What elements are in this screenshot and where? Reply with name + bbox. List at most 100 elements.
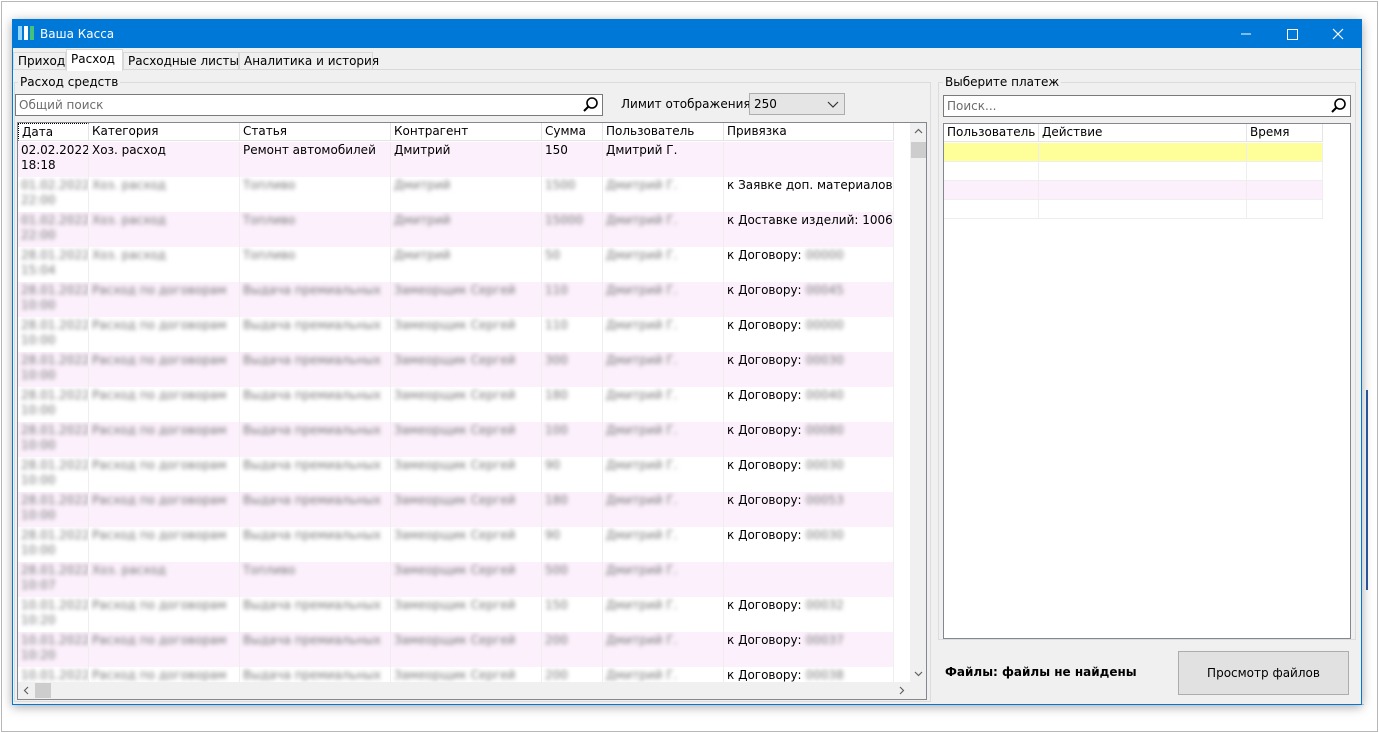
table-cell-counterparty: Дмитрий [391, 142, 542, 177]
cell-item: Выдача премиальных [243, 283, 381, 297]
table-cell-user: Дмитрий Г. [603, 387, 724, 422]
scroll-right-icon[interactable] [893, 682, 910, 699]
table-row[interactable]: 28.01.2022 10:00 Расход по договорам Выдача… [18, 387, 894, 422]
general-search-input[interactable] [19, 97, 577, 113]
column-header[interactable]: Действие [1039, 124, 1247, 142]
table-cell [1247, 181, 1323, 200]
table-cell-counterparty: Замеорщик Сергей [391, 422, 542, 457]
column-header[interactable]: Контрагент [391, 123, 542, 141]
vertical-scroll-thumb[interactable] [911, 142, 926, 158]
cell-amount: 90 [545, 458, 561, 472]
view-files-button[interactable]: Просмотр файлов [1178, 651, 1349, 695]
table-row[interactable]: 28.01.2022 15:04 Хоз. расход Топливо Дмитрий… [18, 247, 894, 282]
table-row[interactable]: 28.01.2022 10:00 Расход по договорам Выдача… [18, 282, 894, 317]
tab-expense-sheets[interactable]: Расходные листы [123, 52, 239, 70]
cell-category: Расход по договорам [92, 598, 227, 612]
table-cell-date: 10.01.202210:20 [18, 597, 89, 632]
minimize-button[interactable] [1223, 20, 1269, 48]
table-row[interactable]: 28.01.2022 10:00 Расход по договорам Выдача… [18, 317, 894, 352]
payment-search-input[interactable] [947, 98, 1325, 114]
horizontal-scrollbar[interactable] [18, 682, 910, 699]
general-search-field[interactable] [15, 94, 603, 116]
cell-counterparty: Дмитрий [394, 248, 451, 262]
table-cell-counterparty: Замеорщик Сергей [391, 317, 542, 352]
search-button[interactable] [582, 96, 600, 114]
column-header[interactable]: Статья [240, 123, 391, 141]
magnifier-icon [1331, 98, 1346, 113]
tab-income[interactable]: Приход [13, 52, 66, 70]
table-row[interactable] [944, 143, 1323, 162]
cell-counterparty: Замеорщик Сергей [394, 458, 516, 472]
payment-search-field[interactable] [943, 95, 1351, 117]
cell-amount: 110 [545, 283, 568, 297]
tab-analytics-history[interactable]: Аналитика и история [239, 52, 379, 70]
vertical-scrollbar[interactable] [910, 123, 926, 682]
cell-date: 28.01.2022 [21, 563, 89, 577]
table-cell-user: Дмитрий Г. [603, 632, 724, 667]
table-cell-counterparty: Замеорщик Сергей [391, 492, 542, 527]
table-row[interactable]: 28.01.2022 10:07 Хоз. расход Топливо Замеорщ… [18, 562, 894, 597]
maximize-button[interactable] [1269, 20, 1315, 48]
cell-user: Дмитрий Г. [606, 178, 678, 192]
table-cell-amount: 50 [542, 247, 603, 282]
table-cell-date: 02.02.2022 18:18 [18, 142, 89, 177]
table-row[interactable]: 28.01.2022 10:00 Расход по договорам Выдача… [18, 457, 894, 492]
tab-strip: Приход Расход Расходные листы Аналитика … [13, 48, 1361, 71]
display-limit-select[interactable]: 250 [749, 93, 845, 115]
table-row[interactable] [944, 181, 1323, 200]
cell-user: Дмитрий Г. [606, 633, 678, 647]
table-cell-counterparty: Замеорщик Сергей [391, 562, 542, 597]
table-row[interactable]: 01.02.2022 22:00 Хоз. расход Топливо Дмитрий… [18, 177, 894, 212]
column-header[interactable]: Время [1247, 124, 1323, 142]
table-row[interactable]: 28.01.2022 10:00 Расход по договорам Выдача… [18, 527, 894, 562]
column-header[interactable]: Пользователь [944, 124, 1039, 142]
table-row[interactable] [944, 162, 1323, 181]
cell-binding-number: 00030 [805, 458, 844, 472]
table-row[interactable]: 10.01.202210:20Расход по договорамВыдача… [18, 597, 894, 632]
column-header[interactable]: Сумма [542, 123, 603, 141]
payment-search-button[interactable] [1330, 97, 1348, 115]
column-header[interactable]: Категория [89, 123, 240, 141]
payment-history-table[interactable]: Пользователь Действие Время [943, 123, 1351, 639]
table-cell [1039, 162, 1247, 181]
table-cell-counterparty: Дмитрий [391, 212, 542, 247]
table-row[interactable]: 28.01.2022 10:00 Расход по договорам Выдача… [18, 352, 894, 387]
scroll-down-icon[interactable] [910, 665, 926, 682]
background-window-edge [1366, 390, 1368, 590]
cell-binding-number: 00000 [805, 318, 844, 332]
cell-binding-text: к Договору: [727, 353, 802, 367]
table-cell-date: 01.02.2022 22:00 [18, 212, 89, 247]
cell-binding-text: к Договору: [727, 528, 802, 542]
table-cell-counterparty: Замеорщик Сергей [391, 352, 542, 387]
table-cell-binding [724, 562, 894, 597]
table-cell-user: Дмитрий Г. [603, 282, 724, 317]
table-row[interactable]: 28.01.2022 10:00 Расход по договорам Выдача… [18, 422, 894, 457]
scroll-left-icon[interactable] [18, 682, 35, 699]
table-cell-binding: к Договору: 00000 [724, 247, 894, 282]
title-bar[interactable]: Ваша Касса [13, 20, 1361, 48]
tab-expense[interactable]: Расход [66, 49, 123, 71]
table-row[interactable]: 02.02.2022 18:18 Хоз. расход Ремонт автомоб… [18, 142, 894, 177]
column-header[interactable]: Пользователь [603, 123, 724, 141]
cell-user: Дмитрий Г. [606, 668, 678, 682]
table-cell-user: Дмитрий Г. [603, 247, 724, 282]
column-header[interactable]: Дата [18, 123, 89, 141]
table-cell-user: Дмитрий Г. [603, 317, 724, 352]
expense-table[interactable]: Дата Категория Статья Контрагент Сумма Пользо… [17, 122, 927, 700]
table-cell-category: Хоз. расход [89, 247, 240, 282]
cell-binding-text: к Договору: [727, 668, 802, 682]
table-row[interactable]: 10.01.202210:20Расход по договорамВыдача… [18, 632, 894, 667]
close-button[interactable] [1315, 20, 1361, 48]
horizontal-scroll-thumb[interactable] [35, 683, 51, 698]
scroll-up-icon[interactable] [910, 123, 926, 140]
table-cell-binding: к Договору: 00037 [724, 632, 894, 667]
column-header[interactable]: Привязка [724, 123, 894, 141]
table-cell-item: Выдача премиальных [240, 422, 391, 457]
table-row[interactable]: 01.02.2022 22:00 Хоз. расход Топливо Дмитрий… [18, 212, 894, 247]
table-row[interactable] [944, 200, 1323, 219]
table-cell-date: 28.01.2022 15:04 [18, 247, 89, 282]
table-row[interactable]: 28.01.2022 10:00 Расход по договорам Выдача… [18, 492, 894, 527]
table-cell-counterparty: Замеорщик Сергей [391, 457, 542, 492]
table-cell-user: Дмитрий Г. [603, 352, 724, 387]
cell-amount: 100 [545, 423, 568, 437]
